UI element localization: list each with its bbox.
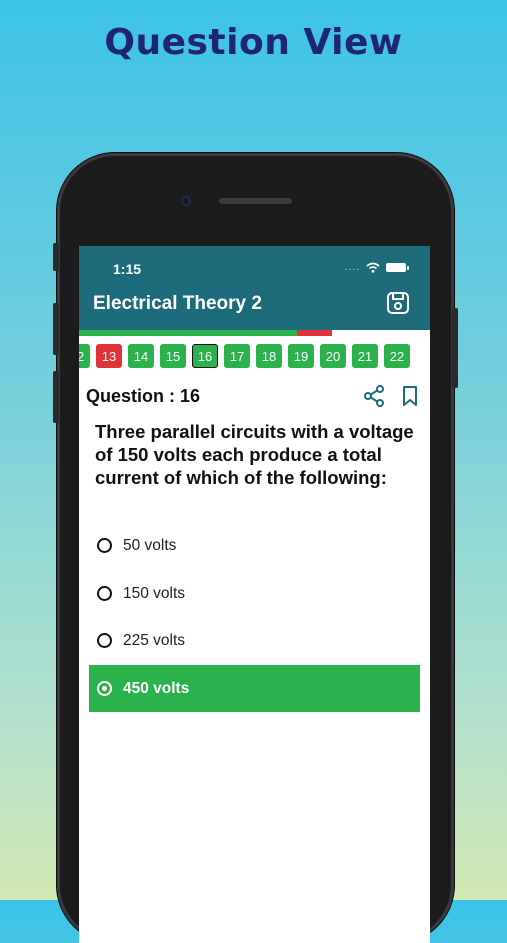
question-number-19[interactable]: 19 [288,344,314,368]
question-number-13[interactable]: 13 [96,344,122,368]
progress-wrong-segment [296,330,332,336]
app-bar: 1:15 .... Electrical Theory 2 [79,246,430,330]
signal-icon: .... [344,262,360,273]
answer-option[interactable]: 225 volts [89,617,420,664]
status-time: 1:15 [113,261,142,277]
question-number-16[interactable]: 16 [192,344,218,368]
answer-option-label: 50 volts [123,536,177,554]
status-icons: .... [344,262,409,273]
earpiece-speaker [219,198,292,204]
radio-unchecked-icon[interactable] [97,538,112,553]
answer-option-label: 450 volts [123,679,190,697]
question-number-strip[interactable]: 1213141516171819202122 [79,342,430,372]
question-number-21[interactable]: 21 [352,344,378,368]
answer-option-label: 225 volts [123,631,186,649]
question-label: Question : 16 [86,386,201,406]
question-number-22[interactable]: 22 [384,344,410,368]
answer-option[interactable]: 450 volts [89,665,420,712]
power-button [452,308,458,388]
answer-option[interactable]: 50 volts [89,522,420,569]
battery-icon [386,263,409,272]
answer-option-label: 150 volts [123,584,186,602]
radio-unchecked-icon[interactable] [97,586,112,601]
volume-down-button [53,371,59,423]
app-title: Electrical Theory 2 [93,293,262,314]
progress-fill [79,330,297,336]
front-camera [181,196,191,206]
question-number-row: 1213141516171819202122 [79,344,410,368]
share-icon[interactable] [363,385,385,407]
question-text: Three parallel circuits with a voltage o… [95,421,414,488]
phone-frame: 1:15 .... Electrical Theory 2 2 13 14 15… [53,153,458,943]
app-screen: 1:15 .... Electrical Theory 2 2 13 14 15… [79,246,430,943]
bookmark-icon[interactable] [401,385,419,407]
answer-option[interactable]: 150 volts [89,570,420,617]
radio-checked-icon[interactable] [97,681,112,696]
progress-bar [79,330,430,336]
volume-up-button [53,303,59,355]
radio-unchecked-icon[interactable] [97,633,112,648]
question-number-17[interactable]: 17 [224,344,250,368]
question-number-18[interactable]: 18 [256,344,282,368]
question-number-15[interactable]: 15 [160,344,186,368]
mute-switch [53,243,59,271]
save-icon[interactable] [386,291,410,315]
question-number-14[interactable]: 14 [128,344,154,368]
question-number-12[interactable]: 12 [79,344,90,368]
promo-headline: Question View [104,22,403,63]
wifi-icon [366,262,380,273]
question-number-20[interactable]: 20 [320,344,346,368]
